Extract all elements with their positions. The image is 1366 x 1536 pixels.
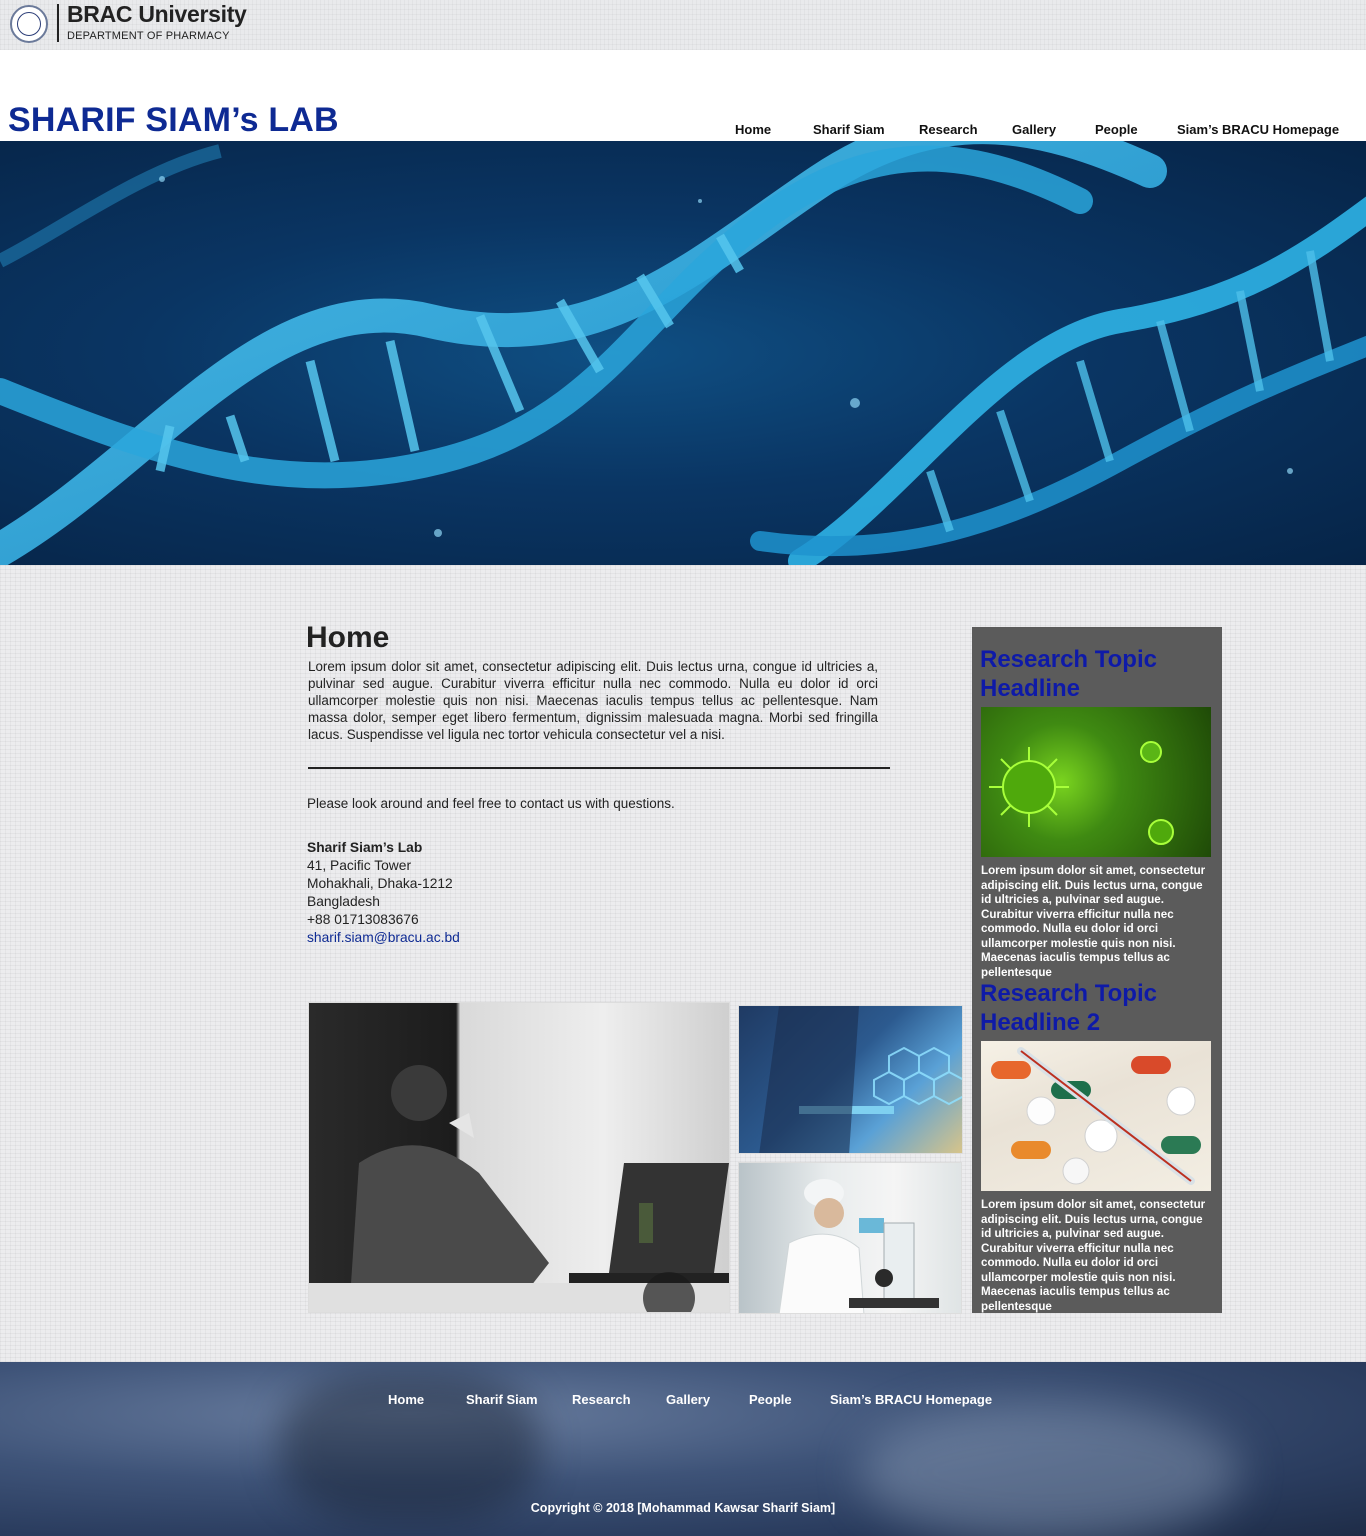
research-sidebar: Research Topic Headline Lorem ipsum dolo… — [972, 627, 1222, 1313]
nav-people[interactable]: People — [1095, 122, 1138, 137]
pills-illustration — [991, 1047, 1201, 1185]
university-seal-icon[interactable] — [10, 5, 48, 43]
virus-image — [981, 707, 1211, 857]
photo-scientist-microscope — [738, 1162, 962, 1314]
photo-woman-laptop — [308, 1002, 730, 1313]
address-lab-name: Sharif Siam’s Lab — [307, 840, 423, 855]
divider — [308, 767, 890, 769]
email-link[interactable]: sharif.siam@bracu.ac.bd — [307, 930, 460, 945]
footer-nav-bracu-homepage[interactable]: Siam’s BRACU Homepage — [830, 1392, 992, 1407]
brand-divider — [57, 4, 59, 42]
university-bar: BRAC University DEPARTMENT OF PHARMACY — [0, 0, 1366, 50]
dna-helix-illustration — [0, 141, 1366, 565]
invite-text: Please look around and feel free to cont… — [307, 796, 675, 811]
footer-nav-home[interactable]: Home — [388, 1392, 424, 1407]
nav-research[interactable]: Research — [919, 122, 978, 137]
nav-home[interactable]: Home — [735, 122, 771, 137]
top-nav: Home Sharif Siam Research Gallery People… — [0, 122, 1366, 140]
footer-nav-people[interactable]: People — [749, 1392, 792, 1407]
tablet-hexagons-illustration — [759, 1006, 962, 1153]
footer-background-glow — [860, 1402, 1240, 1536]
university-name[interactable]: BRAC University — [67, 1, 247, 28]
address-line-3: Bangladesh — [307, 894, 380, 909]
scientist-microscope-illustration — [778, 1179, 939, 1313]
contact-address: Sharif Siam’s Lab 41, Pacific Tower Moha… — [307, 839, 460, 947]
pills-image — [981, 1041, 1211, 1191]
photo-tablet-hexagons — [738, 1005, 963, 1154]
department-name: DEPARTMENT OF PHARMACY — [67, 30, 230, 42]
footer-nav-sharif-siam[interactable]: Sharif Siam — [466, 1392, 538, 1407]
copyright-text: Copyright © 2018 [Mohammad Kawsar Sharif… — [530, 1501, 836, 1515]
virus-illustration — [989, 741, 1174, 845]
intro-paragraph: Lorem ipsum dolor sit amet, consectetur … — [308, 659, 878, 742]
main-content: Home Lorem ipsum dolor sit amet, consect… — [0, 565, 1366, 1362]
footer-nav-research[interactable]: Research — [572, 1392, 631, 1407]
research-topic-title-2[interactable]: Research Topic Headline 2 — [980, 979, 1215, 1037]
nav-bracu-homepage[interactable]: Siam’s BRACU Homepage — [1177, 122, 1339, 137]
research-topic-text-1: Lorem ipsum dolor sit amet, consectetur … — [981, 864, 1206, 979]
page-title: Home — [306, 621, 390, 654]
phone-number: +88 01713083676 — [307, 912, 419, 927]
nav-gallery[interactable]: Gallery — [1012, 122, 1056, 137]
seal-inner-ring — [17, 12, 41, 36]
research-topic-title-1[interactable]: Research Topic Headline — [980, 645, 1215, 703]
footer-nav-gallery[interactable]: Gallery — [666, 1392, 710, 1407]
address-line-2: Mohakhali, Dhaka-1212 — [307, 876, 453, 891]
footer: Home Sharif Siam Research Gallery People… — [0, 1362, 1366, 1536]
woman-laptop-illustration — [309, 1065, 729, 1312]
hero-banner — [0, 141, 1366, 565]
research-topic-text-2: Lorem ipsum dolor sit amet, consectetur … — [981, 1198, 1206, 1313]
nav-sharif-siam[interactable]: Sharif Siam — [813, 122, 885, 137]
address-line-1: 41, Pacific Tower — [307, 858, 412, 873]
